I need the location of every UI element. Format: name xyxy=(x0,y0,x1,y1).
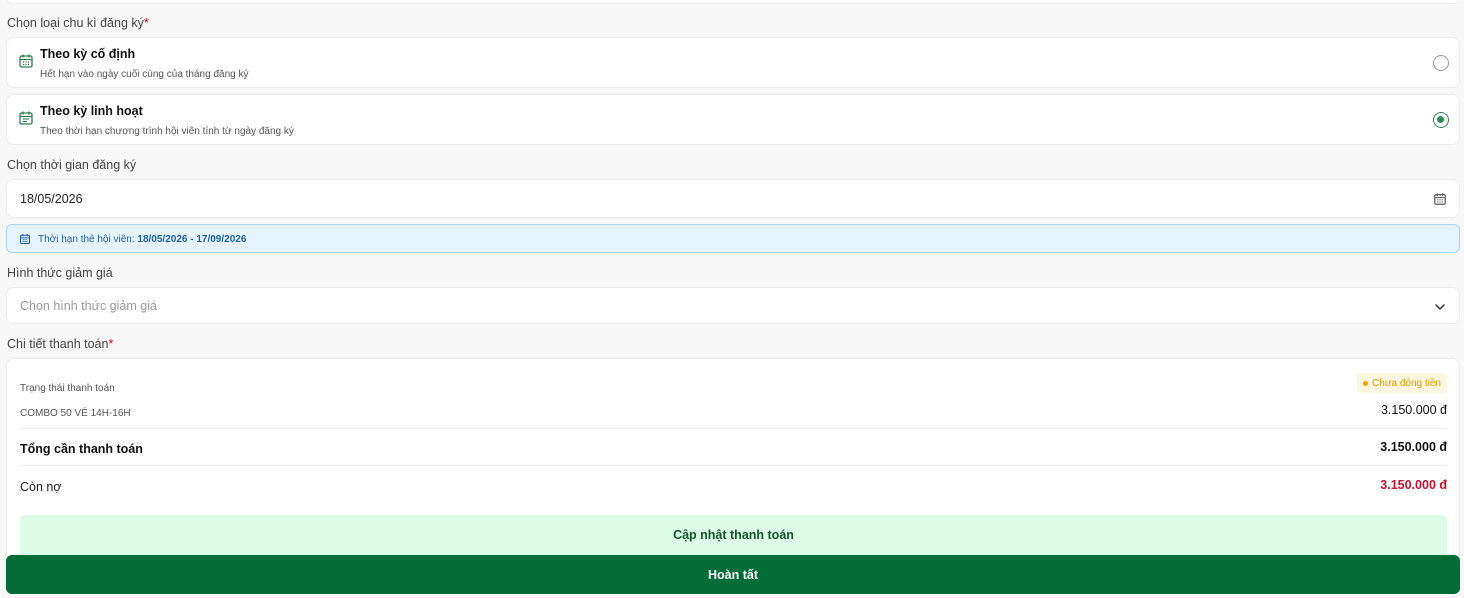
previous-card-edge xyxy=(6,0,1460,4)
finish-button[interactable]: Hoàn tất xyxy=(6,555,1460,594)
status-dot xyxy=(1363,380,1369,386)
total-value: 3.150.000 đ xyxy=(1380,440,1447,454)
calendar-icon xyxy=(18,53,34,69)
discount-placeholder: Chọn hình thức giảm giá xyxy=(20,299,157,313)
payment-details-card: Trạng thái thanh toán Chưa đóng tiền COM… xyxy=(6,358,1460,558)
registration-form: Chọn loại chu kì đăng ký* Theo kỳ cố địn… xyxy=(0,0,1464,598)
debt-row: Còn nợ 3.150.000 đ xyxy=(20,478,1447,496)
membership-period-text: Thời hạn thẻ hội viên: 18/05/2026 - 17/0… xyxy=(38,234,247,245)
payment-item-row: COMBO 50 VÉ 14H-16H 3.150.000 đ xyxy=(20,403,1447,421)
discount-label: Hình thức giảm giá xyxy=(7,266,113,280)
required-mark: * xyxy=(143,16,149,30)
radio-fixed[interactable] xyxy=(1433,55,1449,71)
update-payment-button[interactable]: Cập nhật thanh toán xyxy=(20,515,1447,555)
cycle-option-flexible[interactable]: Theo kỳ linh hoạt Theo thời hạn chương t… xyxy=(6,94,1460,145)
debt-label: Còn nợ xyxy=(20,480,62,494)
cycle-type-label: Chọn loại chu kì đăng ký* xyxy=(7,16,149,30)
calendar-icon xyxy=(19,233,31,245)
chevron-down-icon[interactable] xyxy=(1433,300,1447,314)
cycle-option-fixed[interactable]: Theo kỳ cố định Hết hạn vào ngày cuối cù… xyxy=(6,37,1460,88)
calendar-icon xyxy=(18,110,34,126)
payment-status-label: Trạng thái thanh toán xyxy=(20,383,115,394)
divider xyxy=(20,428,1447,429)
payment-status-row: Trạng thái thanh toán Chưa đóng tiền xyxy=(20,373,1447,396)
calendar-icon[interactable] xyxy=(1433,192,1447,206)
payment-label: Chi tiết thanh toán* xyxy=(7,337,114,351)
membership-range: 18/05/2026 - 17/09/2026 xyxy=(137,234,247,245)
date-value: 18/05/2026 xyxy=(20,192,83,206)
required-mark: * xyxy=(108,337,114,351)
status-badge: Chưa đóng tiền xyxy=(1357,373,1447,393)
date-label: Chọn thời gian đăng ký xyxy=(7,158,137,172)
radio-flexible[interactable] xyxy=(1433,112,1449,128)
option-description: Theo thời hạn chương trình hội viên tính… xyxy=(40,126,294,137)
item-price: 3.150.000 đ xyxy=(1380,403,1447,417)
divider xyxy=(20,465,1447,466)
item-name: COMBO 50 VÉ 14H-16H xyxy=(20,408,131,419)
total-label: Tổng cần thanh toán xyxy=(20,442,143,456)
discount-select[interactable]: Chọn hình thức giảm giá xyxy=(6,287,1460,324)
option-title: Theo kỳ cố định xyxy=(40,47,136,61)
debt-value: 3.150.000 đ xyxy=(1380,478,1447,492)
date-input[interactable]: 18/05/2026 xyxy=(6,179,1460,218)
option-title: Theo kỳ linh hoạt xyxy=(40,104,143,118)
membership-period-info: Thời hạn thẻ hội viên: 18/05/2026 - 17/0… xyxy=(6,224,1460,253)
total-row: Tổng cần thanh toán 3.150.000 đ xyxy=(20,440,1447,458)
option-description: Hết hạn vào ngày cuối cùng của tháng đăn… xyxy=(40,69,249,80)
